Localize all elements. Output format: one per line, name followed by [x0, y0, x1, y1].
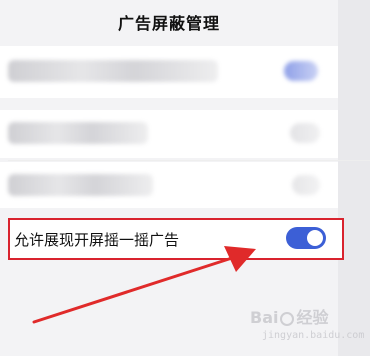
blurred-toggle[interactable] — [284, 61, 318, 81]
shake-ad-toggle[interactable] — [286, 227, 326, 249]
watermark-brand-right: 经验 — [296, 308, 329, 327]
right-gutter — [338, 0, 370, 356]
watermark-brand-left: Bai — [250, 308, 279, 327]
blurred-text — [8, 122, 148, 144]
header-bar: 广告屏蔽管理 — [0, 0, 338, 44]
baidu-watermark: Bai 经验 — [250, 304, 329, 328]
arrow-shaft — [32, 256, 234, 324]
blurred-text — [8, 60, 218, 82]
shake-ad-setting-label: 允许展现开屏摇一摇广告 — [14, 231, 180, 249]
blurred-toggle[interactable] — [290, 123, 320, 143]
watermark-url: jingyan.baidu.com — [262, 330, 365, 341]
settings-screen: 广告屏蔽管理 允许展现开屏摇一摇广告 Bai 经验 jingyan.baidu.c… — [0, 0, 370, 356]
blurred-setting-row-2[interactable] — [0, 110, 338, 158]
blurred-setting-row-1[interactable] — [0, 46, 338, 98]
blurred-setting-row-3[interactable] — [0, 162, 338, 208]
divider — [8, 160, 370, 161]
shake-ad-setting-row[interactable]: 允许展现开屏摇一摇广告 — [8, 218, 344, 260]
blurred-text — [8, 174, 153, 196]
page-title: 广告屏蔽管理 — [117, 14, 220, 33]
toggle-knob — [307, 230, 323, 246]
blurred-toggle[interactable] — [292, 175, 320, 195]
paw-logo-icon — [280, 311, 295, 326]
